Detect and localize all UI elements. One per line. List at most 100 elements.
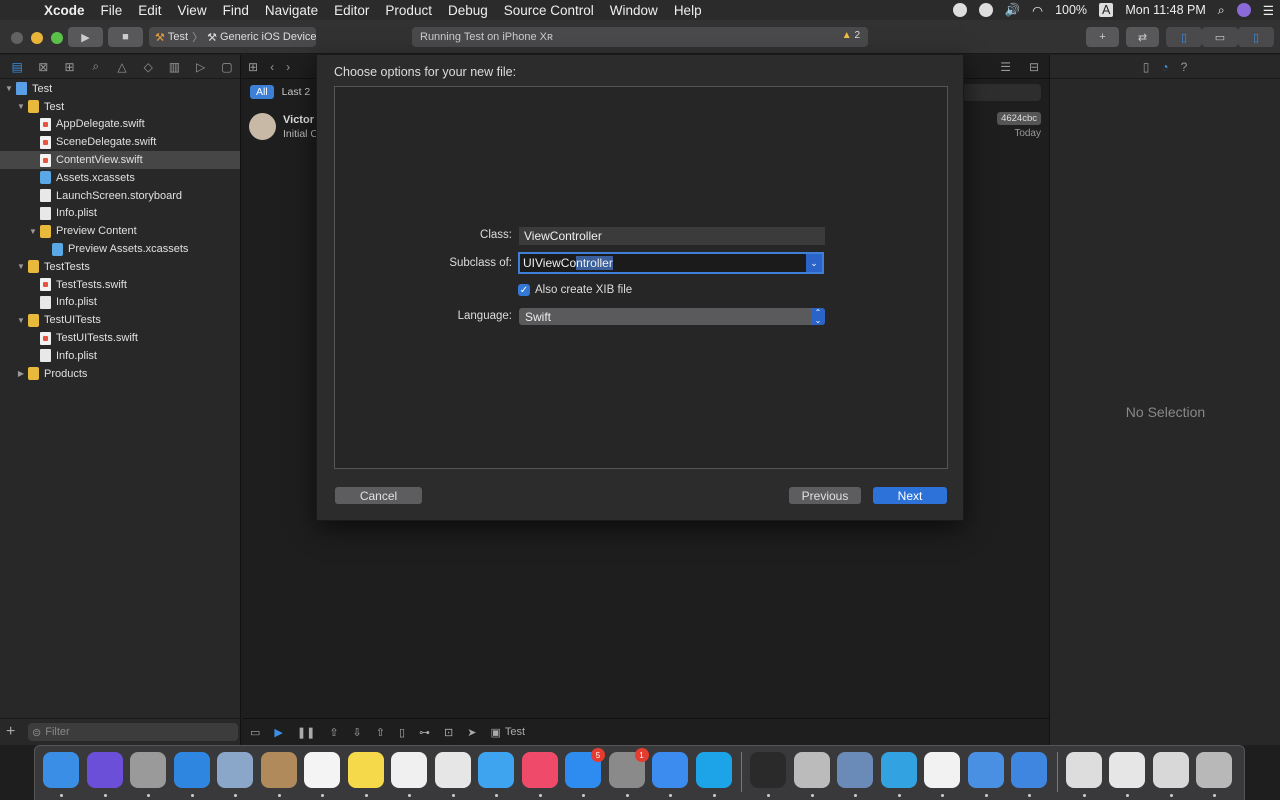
debug-navigator-icon[interactable]: ▥ — [161, 60, 187, 74]
volume-icon[interactable]: 🔊 — [1005, 3, 1021, 18]
step-out-icon[interactable]: ⇧ — [376, 726, 385, 739]
file-inspector-icon[interactable]: ▯ — [1143, 60, 1150, 74]
clock[interactable]: Mon 11:48 PM — [1125, 3, 1205, 17]
next-button[interactable]: Next — [873, 487, 947, 504]
screenshot-stack-icon[interactable] — [1152, 752, 1189, 797]
menu-help[interactable]: Help — [666, 3, 710, 18]
menu-app-name[interactable]: Xcode — [36, 3, 93, 18]
toggle-inspector-button[interactable]: ▯ — [1238, 27, 1274, 47]
tree-row[interactable]: ▼ Test — [0, 98, 240, 116]
music-icon[interactable] — [521, 752, 558, 797]
tree-row[interactable]: LaunchScreen.storyboard — [0, 187, 240, 205]
class-field[interactable]: ViewController — [519, 227, 825, 245]
battery-percent[interactable]: 100% — [1055, 3, 1087, 17]
tree-row[interactable]: TestTests.swift — [0, 276, 240, 294]
xcode-preview-icon[interactable] — [217, 752, 253, 797]
keychain-icon[interactable] — [793, 752, 830, 797]
activity-monitor-icon[interactable] — [750, 752, 786, 797]
simulate-location-icon[interactable]: ➤ — [467, 726, 476, 739]
tree-row[interactable]: Info.plist — [0, 205, 240, 223]
history-inspector-icon[interactable]: ◔ — [1161, 60, 1168, 74]
tree-row[interactable]: Assets.xcassets — [0, 169, 240, 187]
tree-row[interactable]: ▶ Products — [0, 365, 240, 383]
navigator-filter-input[interactable]: ⊜ Filter — [28, 723, 238, 741]
contacts-icon[interactable] — [260, 752, 297, 797]
previous-button[interactable]: Previous — [789, 487, 861, 504]
menu-window[interactable]: Window — [602, 3, 666, 18]
forward-icon[interactable]: › — [286, 60, 290, 74]
test-navigator-icon[interactable]: ◇ — [135, 60, 161, 74]
step-over-icon[interactable]: ⇧ — [329, 726, 338, 739]
breakpoint-navigator-icon[interactable]: ▷ — [188, 60, 214, 74]
filter-all-button[interactable]: All — [250, 85, 274, 99]
calendar-icon[interactable] — [304, 752, 340, 797]
menu-product[interactable]: Product — [377, 3, 440, 18]
menu-view[interactable]: View — [170, 3, 215, 18]
code-review-button[interactable]: ⇄ — [1126, 27, 1159, 47]
launchpad-icon[interactable] — [130, 752, 166, 797]
debug-target-name[interactable]: Test — [505, 726, 525, 738]
messages-icon[interactable] — [478, 752, 514, 797]
tree-row[interactable]: ▼ Test — [0, 80, 240, 98]
disclosure-closed-icon[interactable]: ▶ — [16, 369, 26, 378]
issue-navigator-icon[interactable]: △ — [109, 60, 135, 74]
quick-help-icon[interactable]: ? — [1181, 60, 1188, 74]
skype-icon[interactable] — [695, 752, 732, 797]
photos-icon[interactable] — [434, 752, 471, 797]
filter-last-button[interactable]: Last 2 — [282, 86, 311, 98]
tree-row[interactable]: ContentView.swift — [0, 151, 240, 169]
find-navigator-icon[interactable]: ⌕ — [83, 59, 109, 74]
chevron-down-icon[interactable]: ⌄ — [806, 254, 822, 272]
input-source-icon[interactable]: A — [1099, 3, 1114, 17]
library-button[interactable]: + — [1086, 27, 1119, 47]
warning-indicator[interactable]: ▲ 2 — [842, 30, 860, 41]
telegram-icon[interactable] — [880, 752, 917, 797]
preview-icon[interactable] — [837, 752, 873, 797]
project-navigator-icon[interactable]: ▤ — [4, 60, 30, 74]
step-into-icon[interactable]: ⇩ — [353, 726, 362, 739]
minimize-window-button[interactable] — [31, 32, 43, 44]
scheme-selector[interactable]: ⚒ Test 〉 ⚒ Generic iOS Device — [149, 27, 317, 47]
stop-button[interactable]: ■ — [108, 27, 143, 47]
disclosure-open-icon[interactable]: ▼ — [16, 316, 26, 325]
tree-row[interactable]: AppDelegate.swift — [0, 116, 240, 134]
run-button[interactable]: ▶ — [68, 27, 103, 47]
back-icon[interactable]: ‹ — [270, 60, 274, 74]
tree-row[interactable]: Info.plist — [0, 294, 240, 312]
instruments-icon[interactable] — [967, 752, 1004, 797]
history-search-input[interactable] — [961, 84, 1041, 101]
report-navigator-icon[interactable]: ▢ — [214, 60, 240, 74]
xib-checkbox[interactable]: ✓ Also create XIB file — [518, 284, 632, 296]
subclass-combo-box[interactable]: UIViewCo ntroller ⌄ — [518, 252, 824, 274]
xcode-icon[interactable] — [652, 752, 688, 797]
memory-graph-icon[interactable]: ⊶ — [419, 726, 430, 739]
disclosure-open-icon[interactable]: ▼ — [28, 227, 38, 236]
related-items-icon[interactable]: ⊞ — [248, 60, 258, 74]
reminders-icon[interactable] — [391, 752, 427, 797]
tree-row[interactable]: ▼ Preview Content — [0, 222, 240, 240]
environment-overrides-icon[interactable]: ⊡ — [444, 726, 453, 739]
menu-editor[interactable]: Editor — [326, 3, 377, 18]
notes-icon[interactable] — [347, 752, 384, 797]
simulator-icon[interactable] — [1011, 752, 1047, 797]
skype-status-icon[interactable] — [952, 3, 967, 17]
notification-center-icon[interactable]: ☰ — [1263, 3, 1274, 18]
finder-icon[interactable] — [43, 752, 79, 797]
cancel-button[interactable]: Cancel — [335, 487, 422, 504]
menu-find[interactable]: Find — [215, 3, 257, 18]
tree-row[interactable]: ▼ TestUITests — [0, 311, 240, 329]
disclosure-open-icon[interactable]: ▼ — [4, 84, 14, 93]
zoom-window-button[interactable] — [51, 32, 63, 44]
toggle-navigator-button[interactable]: ▯ — [1166, 27, 1202, 47]
editor-options-icon[interactable]: ☰ — [1000, 60, 1011, 74]
tree-row[interactable]: SceneDelegate.swift — [0, 133, 240, 151]
pause-icon[interactable]: ❚❚ — [297, 726, 315, 739]
menu-source-control[interactable]: Source Control — [496, 3, 602, 18]
breakpoints-toggle-icon[interactable]: ▶ — [274, 726, 282, 739]
disclosure-open-icon[interactable]: ▼ — [16, 102, 26, 111]
app-store-icon[interactable]: 5 — [565, 748, 605, 797]
language-popup[interactable]: Swift ⌃ ⌄ — [519, 308, 825, 325]
menu-debug[interactable]: Debug — [440, 3, 496, 18]
disclosure-open-icon[interactable]: ▼ — [16, 262, 26, 271]
siri-status-icon[interactable] — [1236, 3, 1251, 17]
